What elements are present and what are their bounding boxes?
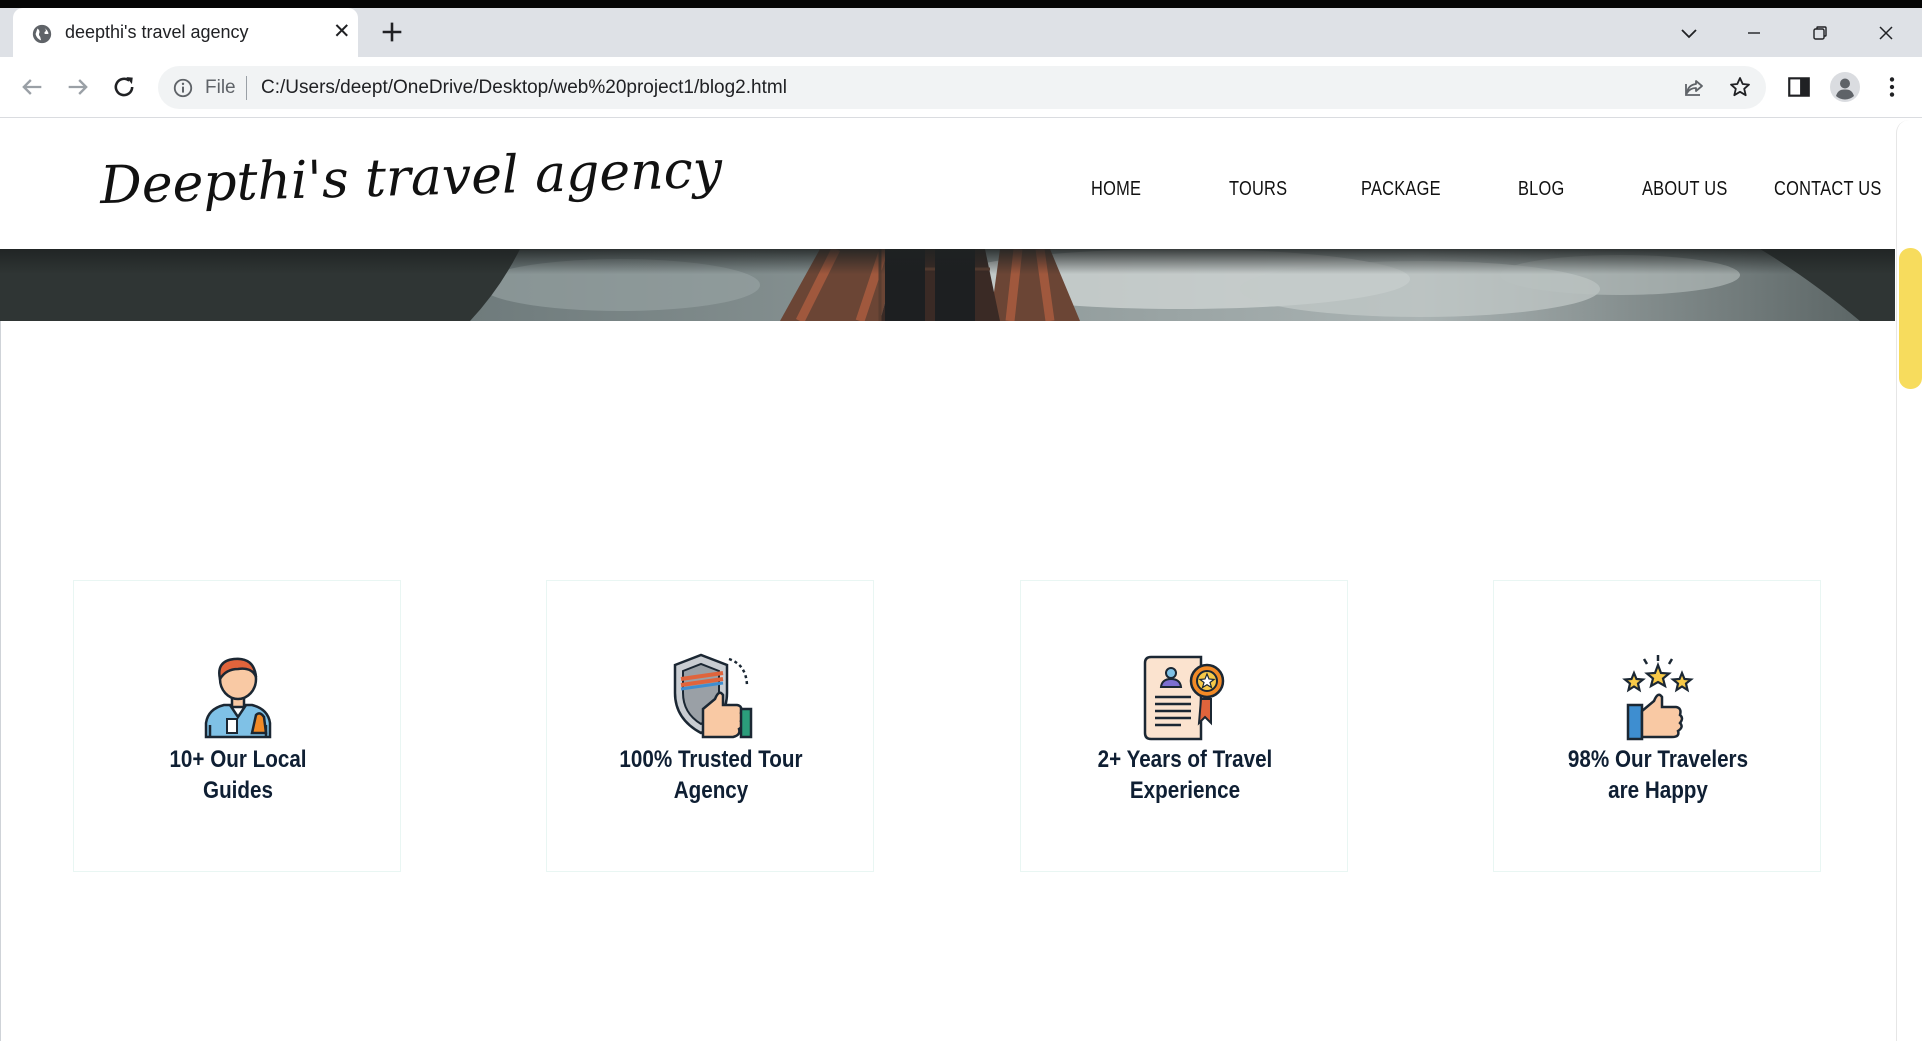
window-close-icon[interactable] xyxy=(1874,21,1898,45)
feature-card-local-guides: 10+ Our Local Guides xyxy=(73,580,401,872)
omnibox-divider xyxy=(246,76,247,100)
chevron-down-icon[interactable] xyxy=(1677,21,1701,45)
feature-label: 100% Trusted Tour Agency xyxy=(619,746,803,804)
reload-icon[interactable] xyxy=(110,73,138,101)
minimize-icon[interactable] xyxy=(1742,21,1766,45)
scrollbar-thumb[interactable] xyxy=(1899,248,1922,389)
trusted-shield-icon xyxy=(673,653,753,739)
bookmark-star-icon[interactable] xyxy=(1728,75,1752,99)
happy-travelers-icon xyxy=(1622,655,1694,741)
nav-about-us[interactable]: ABOUT US xyxy=(1642,178,1728,201)
site-header: Deepthi's travel agency HOME TOURS PACKA… xyxy=(0,118,1895,249)
tab-strip: deepthi's travel agency ✕ xyxy=(0,8,1922,57)
feature-label: 2+ Years of Travel Experience xyxy=(1097,746,1273,804)
side-panel-icon[interactable] xyxy=(1786,74,1812,100)
url-text[interactable]: C:/Users/deept/OneDrive/Desktop/web%20pr… xyxy=(261,77,787,99)
tab-close-icon[interactable]: ✕ xyxy=(333,21,351,43)
hero-banner-image xyxy=(0,249,1895,321)
feature-card-happy-travelers: 98% Our Travelers are Happy xyxy=(1493,580,1821,872)
page-viewport: Deepthi's travel agency HOME TOURS PACKA… xyxy=(0,118,1922,1041)
browser-toolbar: File C:/Users/deept/OneDrive/Desktop/web… xyxy=(0,57,1922,118)
tab-title: deepthi's travel agency xyxy=(65,22,249,42)
address-bar[interactable]: File C:/Users/deept/OneDrive/Desktop/web… xyxy=(158,66,1766,109)
feature-card-experience: 2+ Years of Travel Experience xyxy=(1020,580,1348,872)
local-guide-icon xyxy=(204,657,272,739)
scheme-label: File xyxy=(205,77,236,98)
nav-home[interactable]: HOME xyxy=(1091,178,1141,201)
site-logo[interactable]: Deepthi's travel agency xyxy=(99,140,723,216)
browser-tab[interactable]: deepthi's travel agency ✕ xyxy=(13,8,358,57)
nav-tours[interactable]: TOURS xyxy=(1229,178,1287,201)
nav-contact-us[interactable]: CONTACT US xyxy=(1774,178,1882,201)
nav-blog[interactable]: BLOG xyxy=(1518,178,1565,201)
nav-package[interactable]: PACKAGE xyxy=(1361,178,1441,201)
globe-icon xyxy=(32,24,52,44)
feature-label: 98% Our Travelers are Happy xyxy=(1567,746,1749,804)
new-tab-icon[interactable] xyxy=(378,18,406,46)
window-top-edge xyxy=(0,0,1922,8)
share-icon[interactable] xyxy=(1682,76,1706,100)
feature-label: 10+ Our Local Guides xyxy=(169,746,307,804)
kebab-menu-icon[interactable] xyxy=(1879,74,1905,100)
info-icon[interactable] xyxy=(172,77,194,99)
restore-icon[interactable] xyxy=(1808,21,1832,45)
feature-card-trusted-agency: 100% Trusted Tour Agency xyxy=(546,580,874,872)
certificate-icon xyxy=(1143,655,1225,741)
profile-avatar-icon[interactable] xyxy=(1829,71,1861,103)
back-arrow-icon[interactable] xyxy=(18,73,46,101)
forward-arrow-icon[interactable] xyxy=(64,73,92,101)
